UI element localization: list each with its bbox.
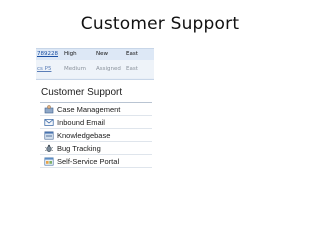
status-cell: Assigned bbox=[96, 66, 121, 72]
case-management-icon bbox=[44, 104, 54, 114]
table-row[interactable]: 789228 High New East bbox=[36, 49, 154, 60]
knowledgebase-icon bbox=[44, 131, 54, 140]
menu-item-inbound-email[interactable]: Inbound Email bbox=[40, 116, 152, 129]
case-id-link[interactable]: 789228 bbox=[37, 49, 58, 60]
menu-item-self-service-portal[interactable]: Self-Service Portal bbox=[40, 155, 152, 168]
menu-item-knowledgebase[interactable]: Knowledgebase bbox=[40, 129, 152, 142]
region-cell: East bbox=[126, 66, 138, 72]
menu-item-label: Knowledgebase bbox=[57, 130, 111, 140]
panel-header: Customer Support bbox=[41, 87, 123, 98]
menu-item-bug-tracking[interactable]: Bug Tracking bbox=[40, 142, 152, 155]
menu-item-case-management[interactable]: Case Management bbox=[40, 103, 152, 116]
menu-item-label: Case Management bbox=[57, 104, 121, 114]
customer-support-panel: Customer Support Case Management Inbound… bbox=[40, 86, 152, 168]
menu-item-label: Inbound Email bbox=[57, 117, 105, 127]
email-icon bbox=[44, 118, 54, 127]
case-grid: 789228 High New East cs P5 Medium Assign… bbox=[36, 48, 154, 80]
bug-icon bbox=[44, 144, 54, 153]
case-id-link[interactable]: cs P5 bbox=[37, 60, 51, 78]
slide: Customer Support 789228 High New East cs… bbox=[0, 0, 320, 240]
portal-icon bbox=[44, 157, 54, 166]
table-row[interactable]: cs P5 Medium Assigned East bbox=[36, 60, 154, 78]
slide-title: Customer Support bbox=[80, 14, 240, 34]
region-cell: East bbox=[126, 51, 138, 57]
priority-cell: High bbox=[64, 51, 77, 57]
priority-cell: Medium bbox=[64, 66, 86, 72]
menu-item-label: Bug Tracking bbox=[57, 143, 101, 153]
menu-item-label: Self-Service Portal bbox=[57, 156, 120, 166]
status-cell: New bbox=[96, 51, 108, 57]
